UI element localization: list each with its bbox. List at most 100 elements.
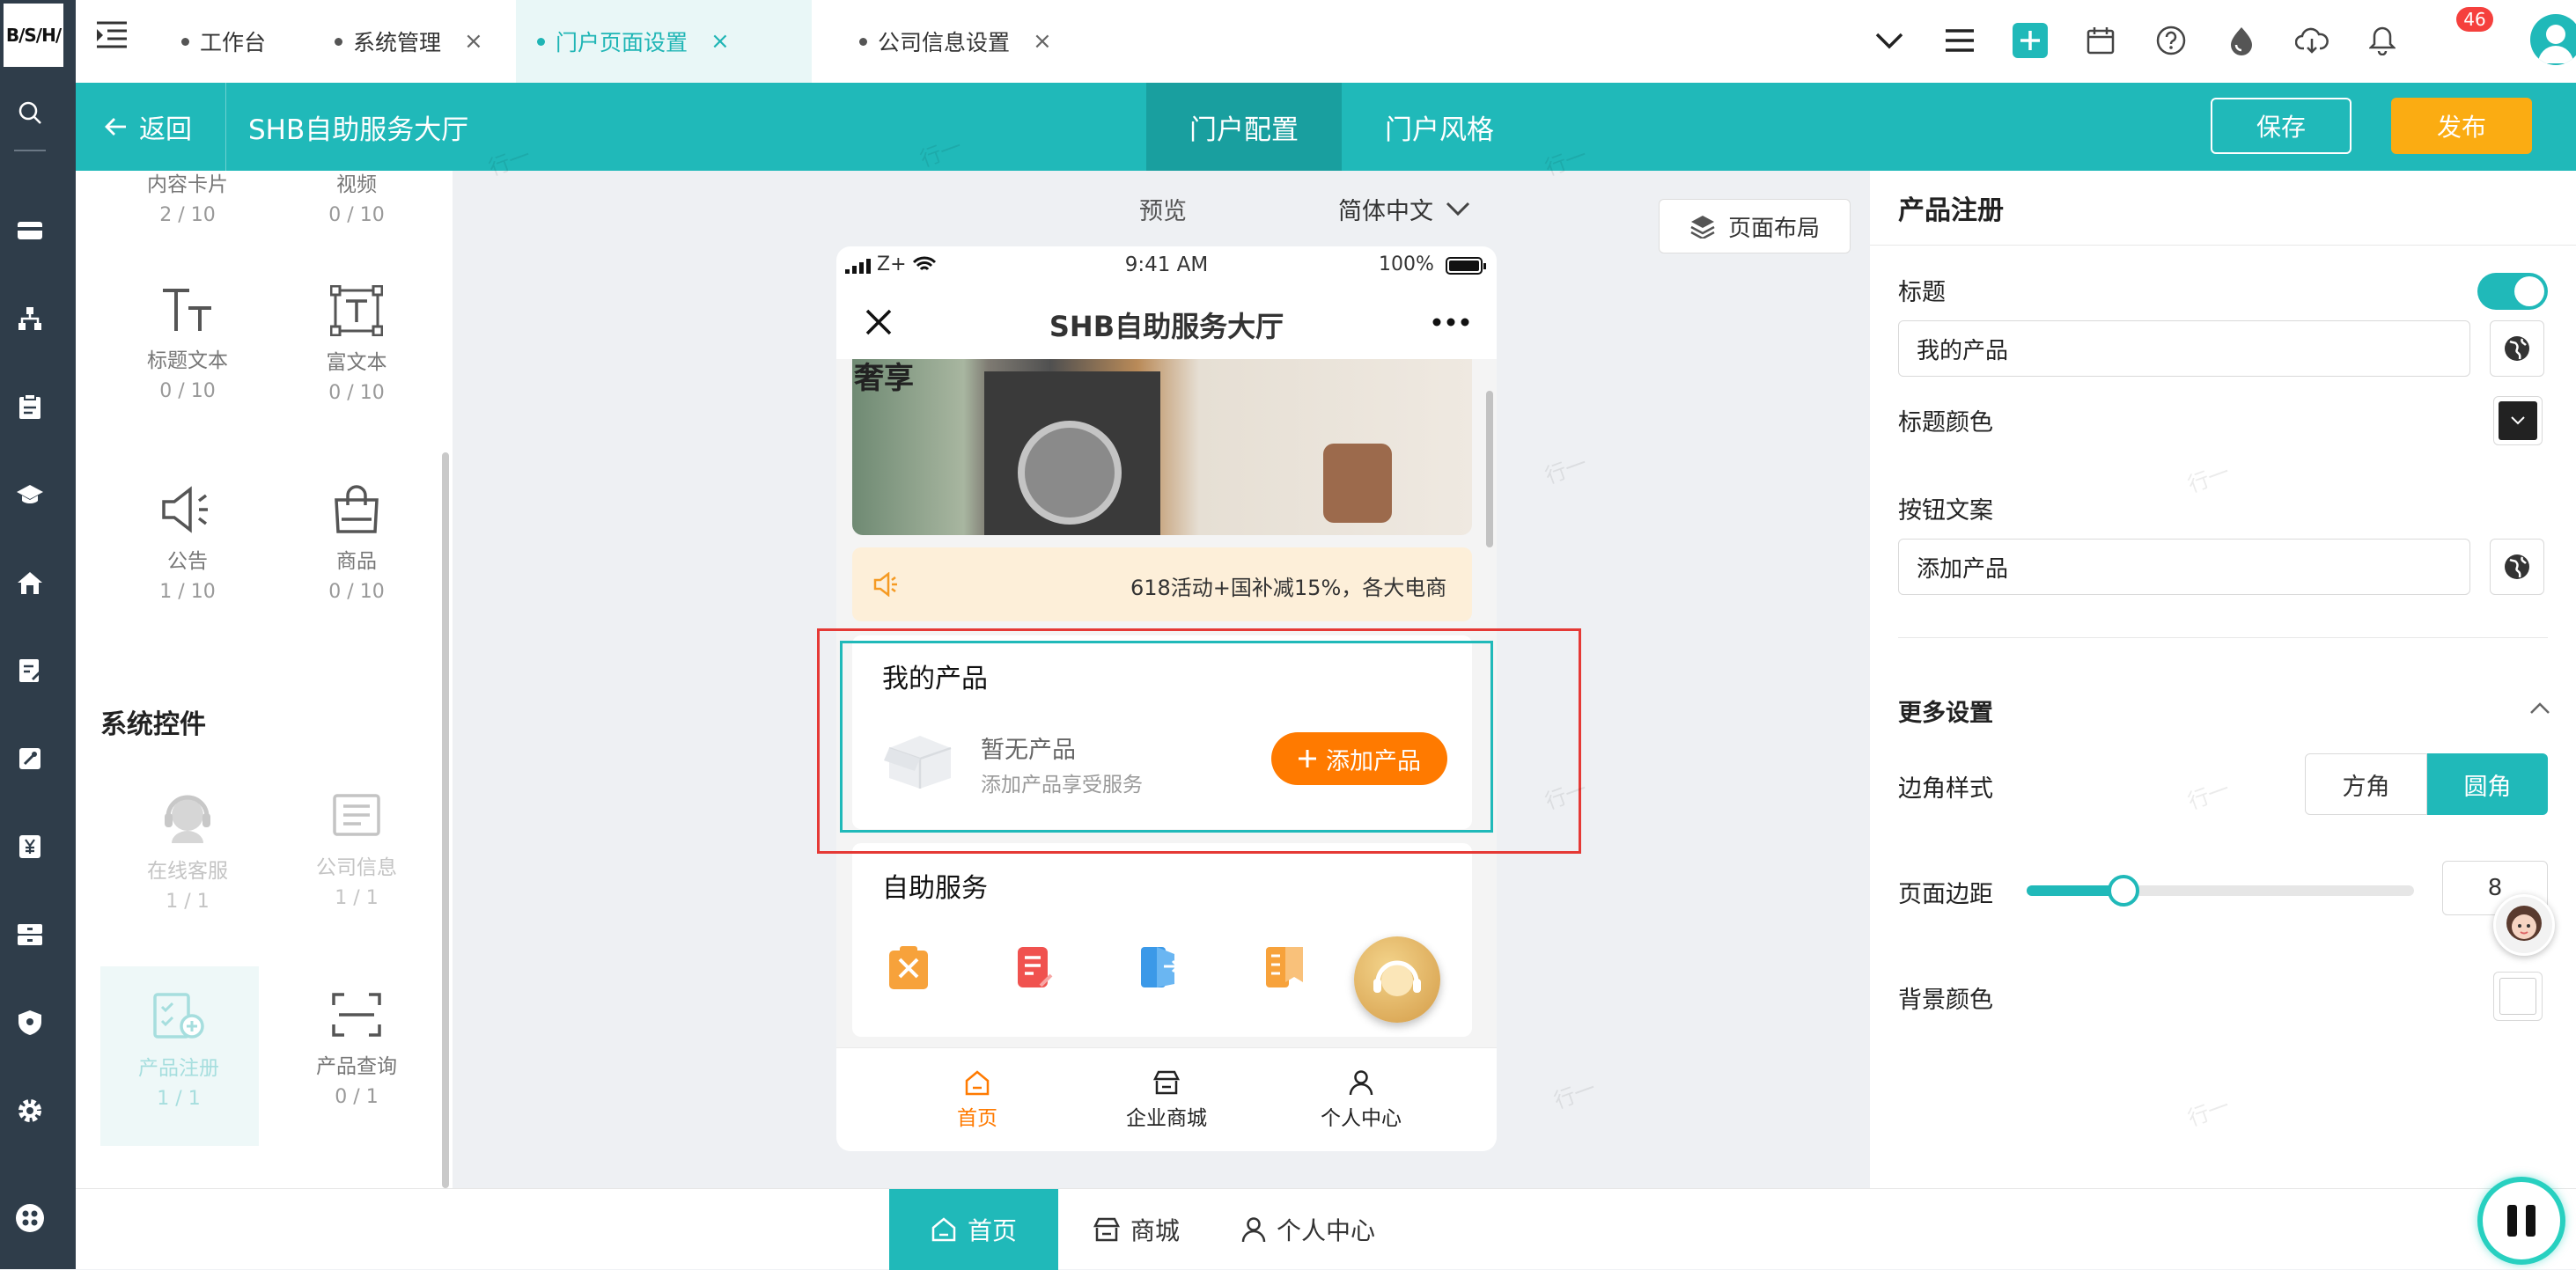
panel-divider bbox=[1870, 245, 2576, 246]
calendar-icon[interactable] bbox=[2081, 21, 2120, 60]
shield-icon[interactable] bbox=[12, 1005, 48, 1040]
tab-portal-config[interactable]: 门户配置 bbox=[1146, 83, 1342, 171]
notice-bar[interactable]: 618活动+国补减15%，各大电商 bbox=[852, 547, 1472, 621]
company-info-icon bbox=[333, 794, 380, 836]
yen-icon[interactable] bbox=[12, 829, 48, 864]
phone-tab-profile[interactable]: 个人中心 bbox=[1299, 1069, 1423, 1131]
shopping-bag-icon bbox=[335, 485, 379, 533]
add-icon[interactable] bbox=[2011, 21, 2050, 60]
button-text-label: 按钮文案 bbox=[1898, 497, 1993, 525]
save-button[interactable]: 保存 bbox=[2211, 98, 2352, 154]
home-icon bbox=[931, 1217, 956, 1242]
apps-icon[interactable] bbox=[12, 1200, 48, 1236]
bottom-nav-bar: 首页 商城 个人中心 bbox=[76, 1177, 2576, 1270]
cloud-download-icon[interactable] bbox=[2293, 21, 2331, 60]
background-color-picker[interactable] bbox=[2493, 972, 2543, 1021]
archive-icon[interactable] bbox=[12, 917, 48, 952]
title-toggle[interactable] bbox=[2477, 273, 2548, 310]
more-icon[interactable] bbox=[1432, 317, 1470, 327]
language-select[interactable]: 简体中文 bbox=[1338, 192, 1470, 226]
help-icon[interactable] bbox=[2152, 21, 2190, 60]
online-service-float-button[interactable] bbox=[1354, 936, 1440, 1023]
chevron-up-icon[interactable] bbox=[2530, 702, 2550, 715]
tab-workbench[interactable]: 工作台 bbox=[160, 0, 287, 83]
button-text-i18n-button[interactable] bbox=[2490, 539, 2544, 595]
corner-style-label: 边角样式 bbox=[1898, 775, 1993, 803]
manual-icon[interactable] bbox=[1262, 945, 1306, 991]
tab-close-icon[interactable]: × bbox=[1033, 28, 1052, 55]
banner-image[interactable]: 奢享 bbox=[852, 359, 1472, 535]
avatar[interactable] bbox=[2530, 14, 2576, 65]
title-i18n-button[interactable] bbox=[2490, 320, 2544, 377]
widget-goods[interactable]: 商品 0 / 10 bbox=[291, 484, 423, 603]
phone-scrollbar[interactable] bbox=[1486, 391, 1493, 547]
system-widgets-title: 系统控件 bbox=[100, 709, 206, 740]
transfer-icon[interactable] bbox=[1137, 945, 1181, 991]
widget-online-service[interactable]: 在线客服 1 / 1 bbox=[121, 790, 254, 913]
clipboard-icon[interactable] bbox=[12, 389, 48, 424]
search-icon[interactable] bbox=[12, 95, 48, 130]
back-button[interactable]: 返回 bbox=[104, 83, 192, 171]
rich-text-icon bbox=[330, 285, 383, 336]
widget-content-card[interactable]: 内容卡片 2 / 10 bbox=[121, 171, 254, 226]
bell-icon[interactable] bbox=[2363, 21, 2402, 60]
publish-button[interactable]: 发布 bbox=[2391, 98, 2532, 154]
tab-close-icon[interactable]: × bbox=[710, 28, 730, 55]
assistant-avatar[interactable] bbox=[2493, 894, 2555, 956]
button-text-input[interactable]: 添加产品 bbox=[1898, 539, 2470, 595]
slider-handle[interactable] bbox=[2108, 875, 2139, 907]
repair-icon[interactable] bbox=[887, 945, 930, 991]
skin-icon[interactable] bbox=[2222, 21, 2261, 60]
tab-dot bbox=[181, 37, 189, 46]
title-input[interactable]: 我的产品 bbox=[1898, 320, 2470, 377]
corner-square-option[interactable]: 方角 bbox=[2305, 753, 2427, 815]
widget-title-text[interactable]: 标题文本 0 / 10 bbox=[121, 285, 254, 402]
tab-portal-style[interactable]: 门户风格 bbox=[1342, 83, 1537, 171]
tab-portal-page-settings[interactable]: 门户页面设置 × bbox=[516, 0, 812, 83]
widget-video[interactable]: 视频 0 / 10 bbox=[291, 171, 423, 226]
card-icon[interactable] bbox=[12, 213, 48, 248]
widget-product-query[interactable]: 产品查询 0 / 1 bbox=[291, 989, 423, 1108]
phone-tab-label: 企业商城 bbox=[1126, 1107, 1207, 1130]
phone-status-bar: Z+ 9:41 AM 100% bbox=[836, 246, 1497, 285]
battery-icon bbox=[1446, 257, 1486, 275]
user-icon bbox=[1349, 1070, 1373, 1096]
document-icon[interactable] bbox=[1014, 945, 1056, 991]
phone-tab-store[interactable]: 企业商城 bbox=[1100, 1069, 1233, 1131]
page-margin-slider[interactable] bbox=[2027, 875, 2414, 907]
bottom-tab-home[interactable]: 首页 bbox=[889, 1189, 1058, 1270]
widget-company-info[interactable]: 公司信息 1 / 1 bbox=[291, 790, 423, 909]
list-menu-icon[interactable] bbox=[1940, 21, 1979, 60]
pause-button[interactable] bbox=[2477, 1177, 2565, 1265]
widget-product-registration[interactable]: 产品注册 1 / 1 bbox=[113, 989, 245, 1110]
house-icon[interactable] bbox=[12, 565, 48, 600]
widget-rich-text[interactable]: 富文本 0 / 10 bbox=[291, 285, 423, 404]
title-color-picker[interactable] bbox=[2493, 396, 2543, 445]
widget-panel-scrollbar[interactable] bbox=[442, 452, 449, 1188]
watermark: 行一 bbox=[2184, 459, 2234, 498]
phone-nav-bar: SHB自助服务大厅 bbox=[836, 285, 1497, 359]
edit-doc-icon[interactable] bbox=[12, 653, 48, 688]
headset-icon bbox=[1373, 960, 1421, 996]
gear-icon[interactable] bbox=[12, 1093, 48, 1128]
focus-highlight-box bbox=[817, 628, 1581, 854]
bottom-tab-profile[interactable]: 个人中心 bbox=[1220, 1189, 1396, 1270]
menu-collapse-icon[interactable] bbox=[95, 19, 129, 51]
bottom-tab-store[interactable]: 商城 bbox=[1071, 1189, 1203, 1270]
watermark: 行一 bbox=[1550, 1075, 1600, 1114]
tools-icon[interactable] bbox=[12, 741, 48, 776]
chevron-down-icon[interactable] bbox=[1870, 21, 1909, 60]
page-header: 返回 SHB自助服务大厅 门户配置 门户风格 保存 发布 bbox=[76, 83, 2576, 171]
page-layout-button[interactable]: 页面布局 bbox=[1659, 199, 1851, 253]
tab-company-info-settings[interactable]: 公司信息设置 × bbox=[838, 0, 1073, 83]
phone-tab-home[interactable]: 首页 bbox=[916, 1069, 1039, 1131]
header-divider bbox=[225, 83, 226, 171]
corner-round-option[interactable]: 圆角 bbox=[2427, 753, 2548, 815]
tab-close-icon[interactable]: × bbox=[464, 28, 483, 55]
widget-announcement[interactable]: 公告 1 / 10 bbox=[121, 484, 254, 603]
graduation-icon[interactable] bbox=[12, 477, 48, 512]
tab-system-management[interactable]: 系统管理 × bbox=[313, 0, 504, 83]
org-chart-icon[interactable] bbox=[12, 301, 48, 336]
widget-label: 富文本 bbox=[326, 351, 387, 374]
widget-count: 0 / 10 bbox=[159, 380, 216, 402]
